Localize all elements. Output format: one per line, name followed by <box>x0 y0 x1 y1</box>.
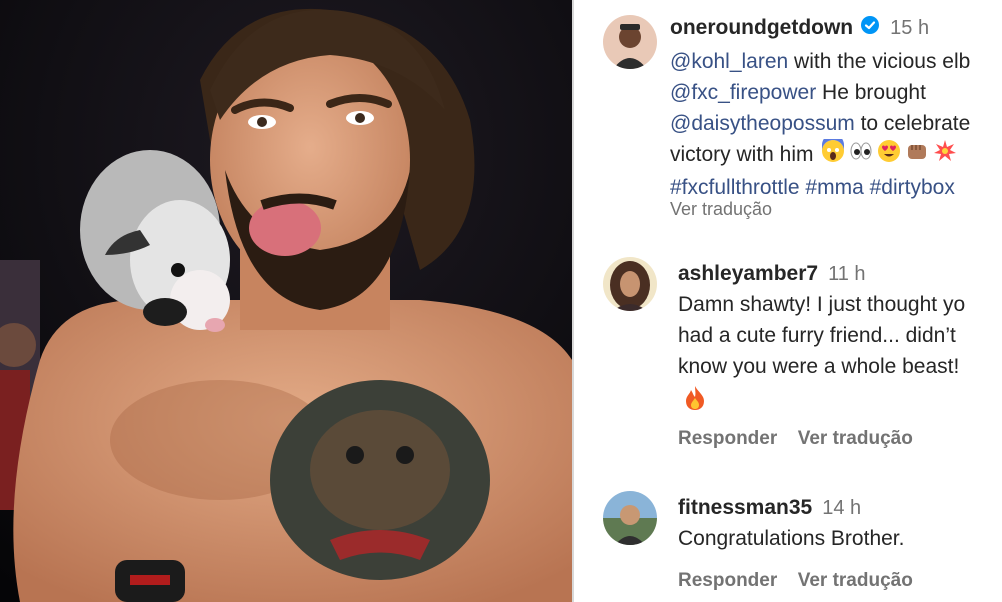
comment-username[interactable]: ashleyamber7 <box>678 262 818 285</box>
commenter-avatar-fitnessman35[interactable] <box>603 491 657 545</box>
caption-text: with the vicious elb <box>788 50 971 73</box>
comment-text: Damn shawty! I just thought yo had a cut… <box>678 289 965 413</box>
verified-badge-icon <box>860 15 880 40</box>
collision-emoji-icon <box>933 139 957 172</box>
caption-line: victory with him <box>670 134 1002 172</box>
mention-link[interactable]: @daisytheopossum <box>670 112 855 135</box>
post-photo[interactable] <box>0 0 572 602</box>
comment-time: 11 h <box>828 263 866 285</box>
post-see-translation[interactable]: Ver tradução <box>670 199 772 220</box>
comment-line: Congratulations Brother. <box>678 527 905 550</box>
eyes-emoji-icon <box>849 139 873 172</box>
post-time: 15 h <box>890 17 930 39</box>
caption-line: @fxc_firepower He brought <box>670 77 1002 108</box>
caption-text: to celebrate <box>854 112 971 135</box>
see-translation-button[interactable]: Ver tradução <box>798 570 913 591</box>
comment-line: Damn shawty! I just thought yo <box>678 293 966 316</box>
caption-text: victory with him <box>670 143 820 167</box>
mention-link[interactable]: @kohl_laren <box>670 50 788 73</box>
comment-header: fitnessman35 14 h <box>678 496 861 520</box>
scream-emoji-icon <box>821 134 845 172</box>
reply-button[interactable]: Responder <box>678 570 777 591</box>
comment-actions: Responder Ver tradução <box>678 570 913 592</box>
comment-header: ashleyamber7 11 h <box>678 262 866 286</box>
comment-username[interactable]: fitnessman35 <box>678 496 812 519</box>
comment-text: Congratulations Brother. <box>678 523 904 554</box>
comment-actions: Responder Ver tradução <box>678 428 913 450</box>
hashtag-link[interactable]: #dirtybox <box>870 176 955 199</box>
comment-line: know you were a whole beast! <box>678 355 960 378</box>
post-caption: @kohl_laren with the vicious elb @fxc_fir… <box>670 46 1002 203</box>
hashtag-link[interactable]: #fxcfullthrottle <box>670 176 800 199</box>
hashtag-link[interactable]: #mma <box>805 176 863 199</box>
author-avatar[interactable] <box>603 15 657 69</box>
instagram-post-view: oneroundgetdown 15 h @kohl_laren with the… <box>0 0 1002 602</box>
comment-line: had a cute furry friend... didn’t <box>678 324 956 347</box>
fire-emoji-icon <box>684 382 965 413</box>
author-username[interactable]: oneroundgetdown <box>670 16 853 39</box>
post-header: oneroundgetdown 15 h <box>670 16 929 40</box>
reply-button[interactable]: Responder <box>678 428 777 449</box>
caption-line: @kohl_laren with the vicious elb <box>670 46 1002 77</box>
caption-line: @daisytheopossum to celebrate <box>670 108 1002 139</box>
comments-panel: oneroundgetdown 15 h @kohl_laren with the… <box>574 0 1002 602</box>
comment-time: 14 h <box>822 497 862 519</box>
commenter-avatar-ashleyamber7[interactable] <box>603 257 657 311</box>
fighter-with-opossum-image <box>0 0 572 602</box>
caption-text: He brought <box>816 81 926 104</box>
heart-eyes-emoji-icon <box>877 139 901 172</box>
fist-emoji-icon <box>905 139 929 172</box>
mention-link[interactable]: @fxc_firepower <box>670 81 816 104</box>
see-translation-button[interactable]: Ver tradução <box>798 428 913 449</box>
